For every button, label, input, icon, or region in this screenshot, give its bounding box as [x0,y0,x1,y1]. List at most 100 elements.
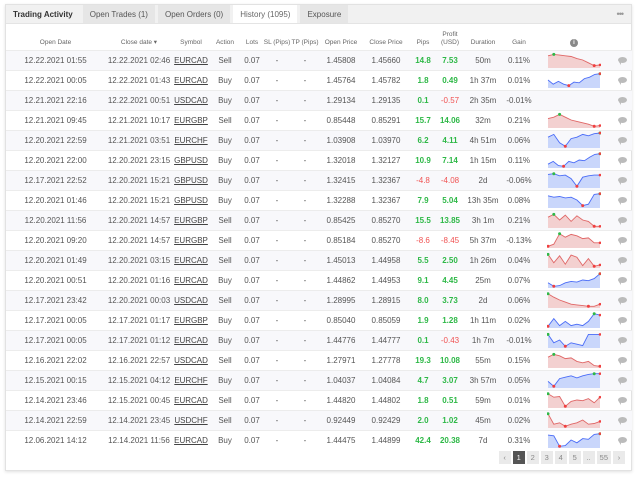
symbol-link[interactable]: USDCAD [174,356,208,365]
comment-icon[interactable] [618,416,627,425]
table-row[interactable]: 12.06.2021 14:12 12.14.2021 11:56 EURCAD Bu… [6,429,632,450]
page-3-button[interactable]: 3 [540,451,553,464]
table-row[interactable]: 12.20.2021 09:20 12.20.2021 14:57 EURGBP Se… [6,229,632,250]
table-row[interactable]: 12.20.2021 22:59 12.21.2021 03:51 EURCHF Bu… [6,129,632,150]
sparkline-high-point [558,112,562,116]
header-pips[interactable]: Pips [409,24,437,50]
comment-icon[interactable] [618,136,627,145]
symbol-link[interactable]: GBPUSD [174,176,208,185]
symbol-link[interactable]: EURCAD [174,256,208,265]
cell-action: Buy [209,149,241,170]
table-row[interactable]: 12.17.2021 00:05 12.17.2021 01:17 EURGBP Bu… [6,309,632,330]
symbol-link[interactable]: EURCAD [174,336,208,345]
symbol-link[interactable]: EURGBP [174,236,208,245]
header-close-price[interactable]: Close Price [363,24,409,50]
page-4-button[interactable]: 4 [554,451,567,464]
comment-icon[interactable] [618,396,627,405]
table-row[interactable]: 12.16.2021 22:02 12.16.2021 22:57 USDCAD Se… [6,349,632,370]
next-page-button[interactable]: › [613,451,625,464]
header-profit[interactable]: Profit (USD) [437,24,463,50]
table-row[interactable]: 12.22.2021 00:05 12.22.2021 01:43 EURCAD Bu… [6,69,632,90]
symbol-link[interactable]: GBPUSD [174,196,208,205]
symbol-link[interactable]: EURCHF [174,376,207,385]
header-lots[interactable]: Lots [241,24,263,50]
table-row[interactable]: 12.14.2021 23:46 12.15.2021 00:45 EURCAD Se… [6,389,632,410]
table-row[interactable]: 12.17.2021 23:42 12.20.2021 00:03 USDCAD Se… [6,289,632,310]
comment-icon[interactable] [618,96,627,105]
comment-icon[interactable] [618,296,627,305]
table-row[interactable]: 12.15.2021 00:15 12.15.2021 04:12 EURCHF Bu… [6,369,632,390]
comment-icon[interactable] [618,316,627,325]
comment-icon[interactable] [618,76,627,85]
header-symbol[interactable]: Symbol [173,24,209,50]
page-1-button[interactable]: 1 [512,451,525,464]
header-sl[interactable]: SL (Pips) [263,24,291,50]
comment-icon[interactable] [618,176,627,185]
cell-tp: - [291,249,319,270]
symbol-link[interactable]: EURCHF [174,136,207,145]
symbol-link[interactable]: EURCAD [174,396,208,405]
tab-trading-activity[interactable]: Trading Activity [6,5,80,23]
symbol-link[interactable]: EURCAD [174,56,208,65]
table-row[interactable]: 12.14.2021 22:59 12.14.2021 23:45 USDCHF Se… [6,409,632,430]
tab-exposure[interactable]: Exposure [300,5,349,23]
comment-icon[interactable] [618,236,627,245]
cell-action: Sell [209,389,241,410]
tab-open-trades[interactable]: Open Trades (1) [82,5,155,23]
table-row[interactable]: 12.22.2021 01:55 12.22.2021 02:46 EURCAD Se… [6,49,632,70]
comment-icon[interactable] [618,356,627,365]
symbol-link[interactable]: EURCAD [174,436,208,445]
page-55-button[interactable]: 55 [596,451,611,464]
comment-icon[interactable] [618,376,627,385]
symbol-link[interactable]: GBPUSD [174,156,208,165]
symbol-link[interactable]: EURGBP [174,116,208,125]
table-row[interactable]: 12.20.2021 11:56 12.20.2021 14:57 EURGBP Se… [6,209,632,230]
comment-icon[interactable] [618,336,627,345]
header-open-price[interactable]: Open Price [319,24,363,50]
comment-icon[interactable] [618,436,627,445]
header-tp[interactable]: TP (Pips) [291,24,319,50]
cell-tp: - [291,229,319,250]
comment-icon[interactable] [618,256,627,265]
symbol-link[interactable]: EURGBP [174,216,208,225]
table-row[interactable]: 12.17.2021 22:52 12.20.2021 15:21 GBPUSD Bu… [6,169,632,190]
table-row[interactable]: 12.21.2021 22:16 12.22.2021 00:51 USDCAD Bu… [6,89,632,110]
header-close-date[interactable]: Close date ▾ [105,24,173,50]
header-open-date[interactable]: Open Date [6,24,105,50]
symbol-link[interactable]: EURCAD [174,76,208,85]
comment-icon[interactable] [618,56,627,65]
header-gain[interactable]: Gain [503,24,535,50]
cell-pips: 0.1 [409,329,437,350]
prev-page-button[interactable]: ‹ [498,451,511,464]
page-2-button[interactable]: 2 [526,451,539,464]
table-row[interactable]: 12.21.2021 09:45 12.21.2021 10:17 EURGBP Se… [6,109,632,130]
trading-panel: Trading Activity Open Trades (1) Open Or… [5,4,632,471]
more-options-icon[interactable]: ••• [617,9,625,19]
cell-chart [535,129,613,150]
table-row[interactable]: 12.20.2021 01:49 12.20.2021 03:15 EURCAD Se… [6,249,632,270]
sparkline-high-point [592,312,596,316]
info-icon[interactable]: i [570,38,578,47]
symbol-link[interactable]: USDCAD [174,296,208,305]
header-action[interactable]: Action [209,24,241,50]
table-row[interactable]: 12.20.2021 01:46 12.20.2021 15:21 GBPUSD Bu… [6,189,632,210]
table-row[interactable]: 12.17.2021 00:05 12.17.2021 01:12 EURCAD Bu… [6,329,632,350]
symbol-link[interactable]: EURGBP [174,316,208,325]
comment-icon[interactable] [618,116,627,125]
comment-icon[interactable] [618,216,627,225]
sparkline-low-point [592,224,596,228]
tab-open-orders[interactable]: Open Orders (0) [157,5,231,23]
symbol-link[interactable]: USDCHF [174,416,207,425]
cell-profit: 7.14 [437,149,463,170]
comment-icon[interactable] [618,196,627,205]
symbol-link[interactable]: EURCAD [174,276,208,285]
table-row[interactable]: 12.20.2021 22:00 12.20.2021 23:15 GBPUSD Bu… [6,149,632,170]
comment-icon[interactable] [618,276,627,285]
cell-gain: 0.21% [503,209,535,230]
tab-history[interactable]: History (1095) [233,5,298,23]
comment-icon[interactable] [618,156,627,165]
symbol-link[interactable]: USDCAD [174,96,208,105]
header-duration[interactable]: Duration [463,24,503,50]
cell-symbol: EURGBP [173,309,209,330]
table-row[interactable]: 12.20.2021 00:51 12.20.2021 01:16 EURCAD Bu… [6,269,632,290]
